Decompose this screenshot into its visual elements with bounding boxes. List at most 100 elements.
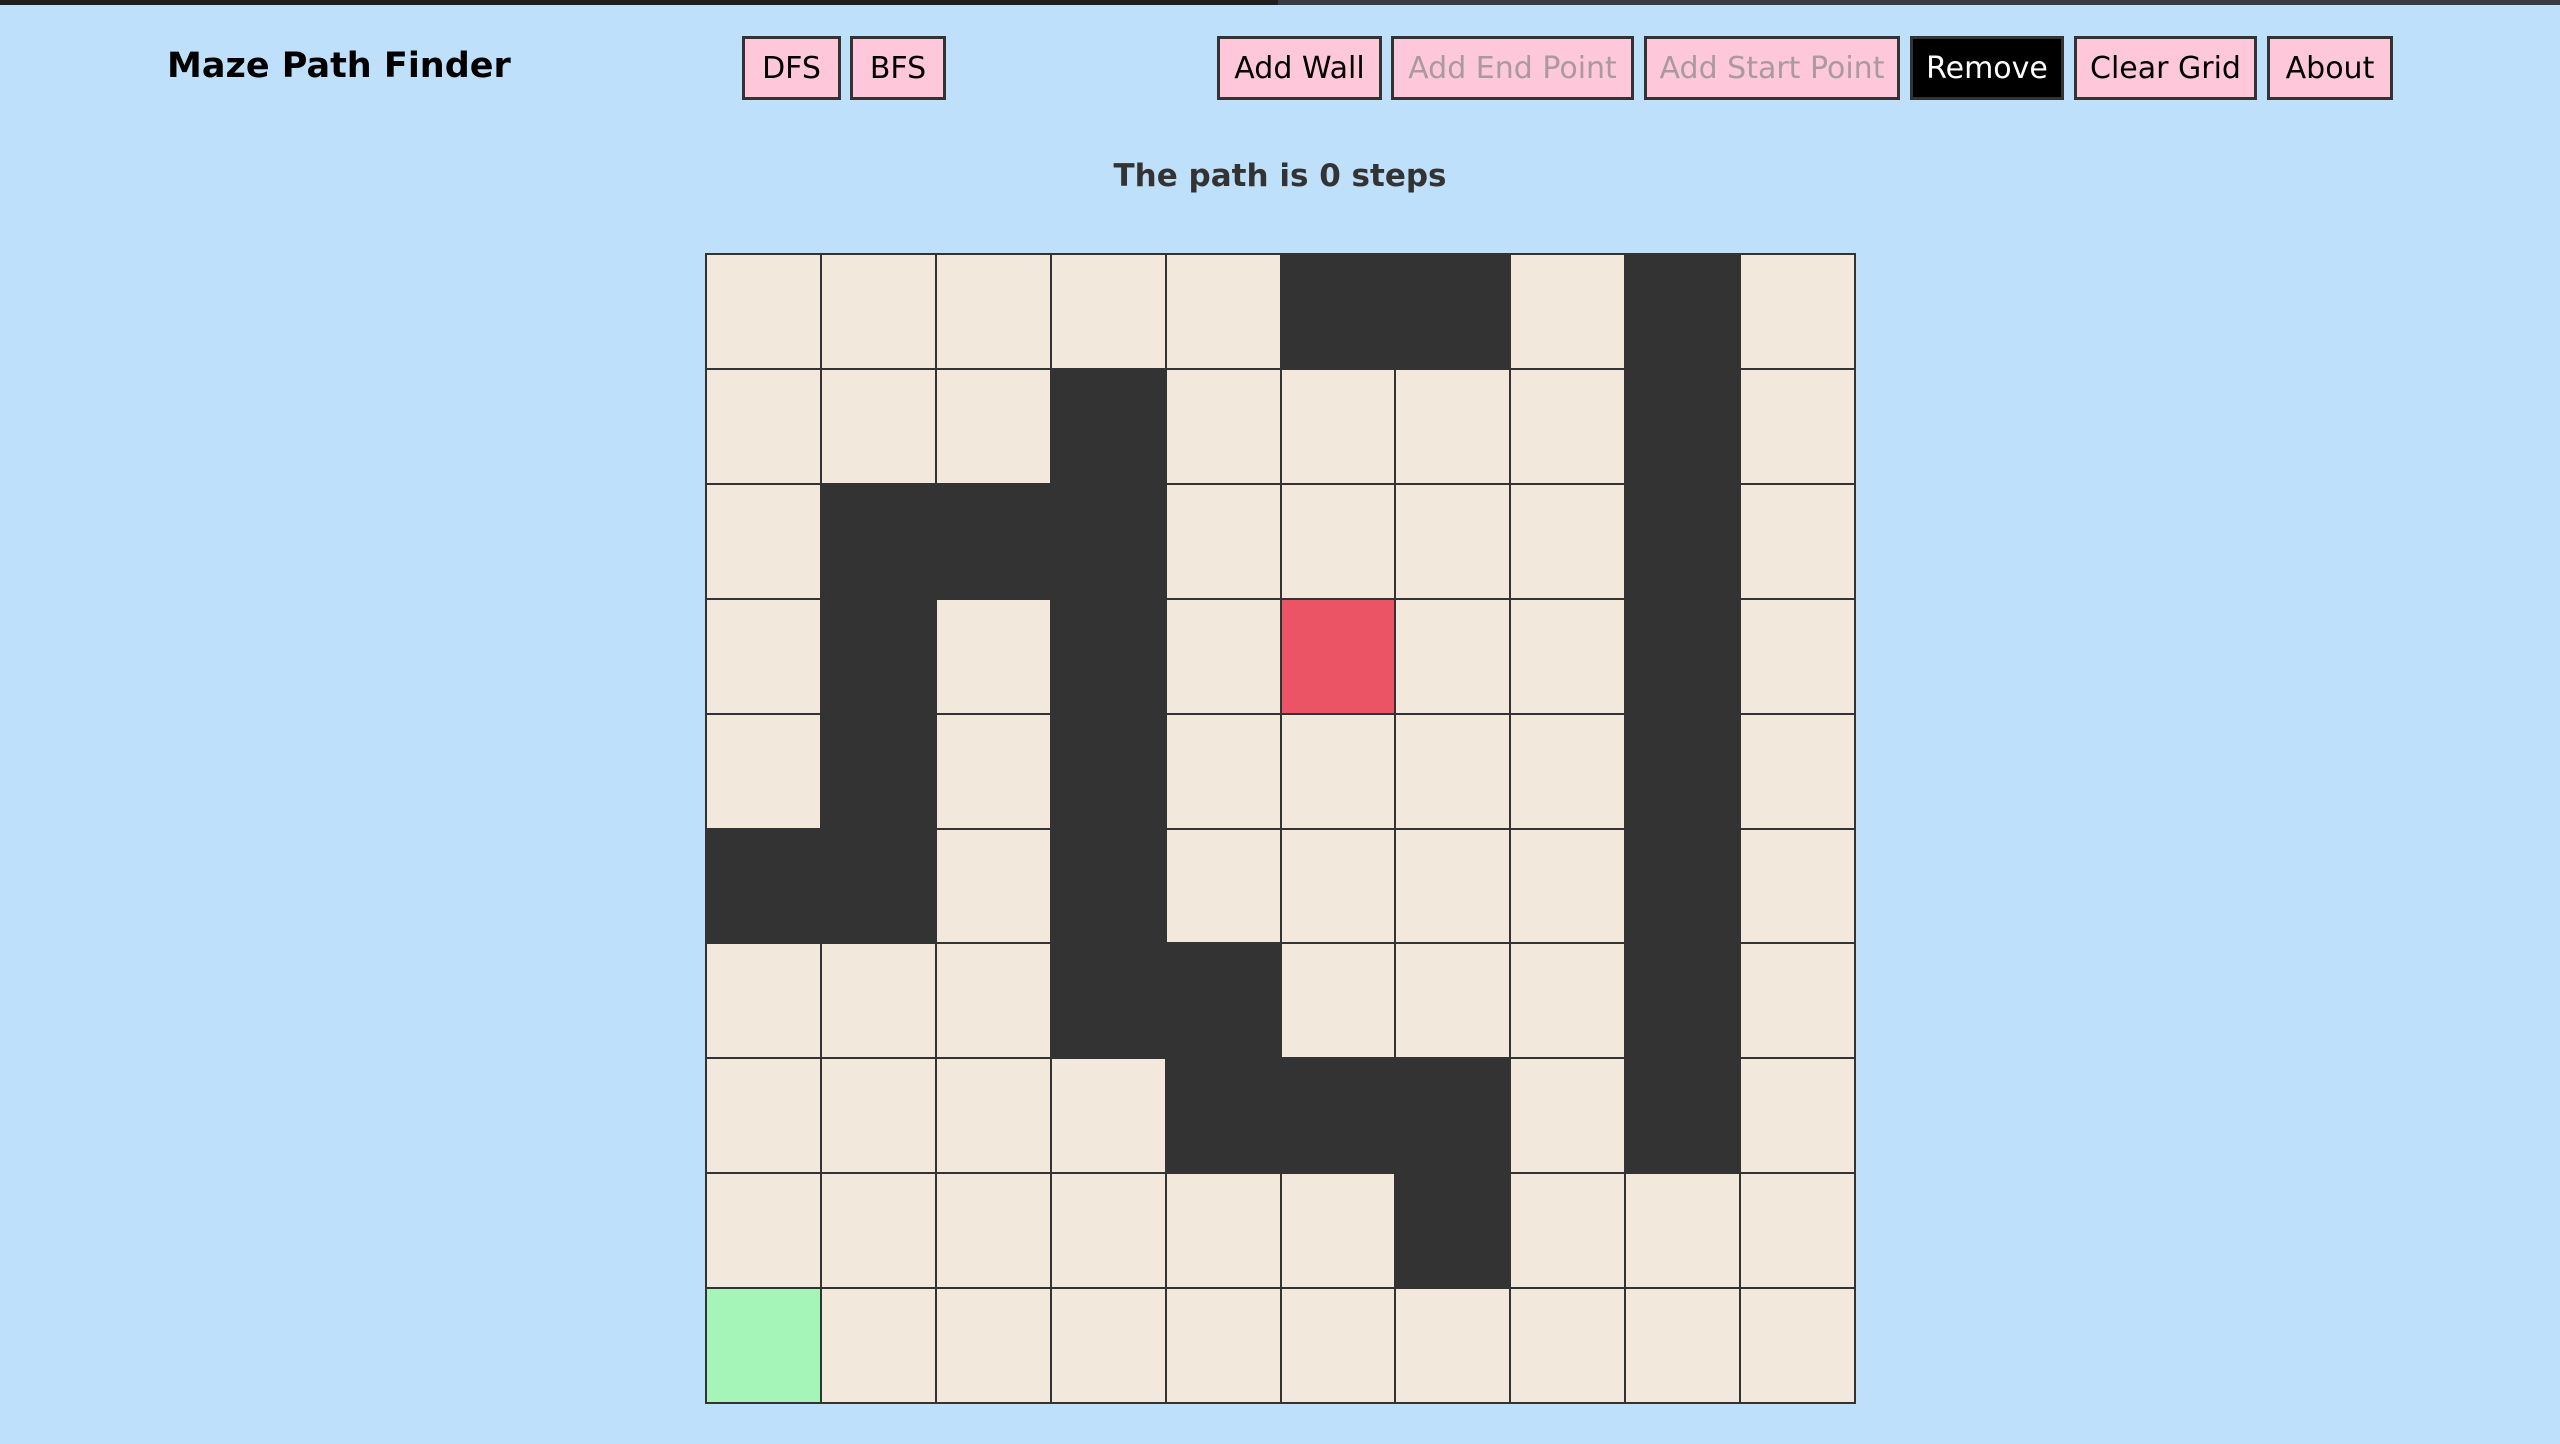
grid-cell-wall[interactable] [1050,713,1166,829]
grid-cell-empty[interactable] [1165,1173,1281,1289]
grid-cell-empty[interactable] [1165,828,1281,944]
grid-cell-wall[interactable] [820,598,936,714]
grid-cell-wall[interactable] [1050,828,1166,944]
grid-cell-empty[interactable] [1510,943,1626,1059]
grid-cell-wall[interactable] [1625,828,1741,944]
grid-cell-empty[interactable] [706,368,821,484]
grid-cell-empty[interactable] [1165,713,1281,829]
grid-cell-empty[interactable] [1280,943,1396,1059]
grid-cell-empty[interactable] [1510,1173,1626,1289]
grid-cell-wall[interactable] [935,483,1051,599]
grid-cell-empty[interactable] [1395,713,1511,829]
grid-cell-wall[interactable] [1625,483,1741,599]
grid-cell-empty[interactable] [820,368,936,484]
grid-cell-empty[interactable] [706,943,821,1059]
grid-cell-empty[interactable] [1740,943,1855,1059]
about-button[interactable]: About [2267,36,2393,100]
grid-cell-empty[interactable] [706,254,821,369]
grid-cell-empty[interactable] [706,1058,821,1174]
grid-cell-empty[interactable] [1280,1173,1396,1289]
grid-cell-start[interactable] [706,1288,821,1403]
grid-cell-wall[interactable] [1050,368,1166,484]
grid-cell-empty[interactable] [935,1058,1051,1174]
grid-cell-empty[interactable] [1395,483,1511,599]
grid-cell-empty[interactable] [1740,1288,1855,1403]
grid-cell-empty[interactable] [1165,598,1281,714]
grid-cell-empty[interactable] [1740,1058,1855,1174]
grid-cell-empty[interactable] [1510,828,1626,944]
grid-cell-empty[interactable] [935,1288,1051,1403]
grid-cell-empty[interactable] [935,943,1051,1059]
grid-cell-empty[interactable] [1510,254,1626,369]
grid-cell-wall[interactable] [706,828,821,944]
grid-cell-empty[interactable] [1740,368,1855,484]
grid-cell-empty[interactable] [1510,713,1626,829]
grid-cell-empty[interactable] [1510,1288,1626,1403]
grid-cell-wall[interactable] [1165,943,1281,1059]
grid-cell-empty[interactable] [820,1058,936,1174]
grid-cell-wall[interactable] [820,483,936,599]
grid-cell-empty[interactable] [1740,1173,1855,1289]
grid-cell-empty[interactable] [1740,254,1855,369]
grid-cell-wall[interactable] [820,828,936,944]
grid-cell-empty[interactable] [935,368,1051,484]
grid-cell-empty[interactable] [1165,1288,1281,1403]
grid-cell-empty[interactable] [935,713,1051,829]
grid-cell-empty[interactable] [820,943,936,1059]
grid-cell-empty[interactable] [1165,254,1281,369]
grid-cell-empty[interactable] [706,598,821,714]
grid-cell-wall[interactable] [1625,943,1741,1059]
grid-cell-empty[interactable] [1280,1288,1396,1403]
grid-cell-wall[interactable] [1625,254,1741,369]
grid-cell-empty[interactable] [1050,1288,1166,1403]
grid-cell-wall[interactable] [1280,254,1396,369]
grid-cell-empty[interactable] [1625,1288,1741,1403]
dfs-button[interactable]: DFS [742,36,841,100]
grid-cell-empty[interactable] [1510,368,1626,484]
grid-cell-wall[interactable] [1050,598,1166,714]
grid-cell-empty[interactable] [1740,598,1855,714]
grid-cell-wall[interactable] [1625,598,1741,714]
grid-cell-empty[interactable] [1050,1173,1166,1289]
grid-cell-empty[interactable] [1280,368,1396,484]
grid-cell-empty[interactable] [1395,368,1511,484]
grid-cell-end[interactable] [1280,598,1396,714]
grid-cell-empty[interactable] [1510,1058,1626,1174]
clear-grid-button[interactable]: Clear Grid [2074,36,2257,100]
grid-cell-empty[interactable] [820,1288,936,1403]
grid-cell-empty[interactable] [1050,1058,1166,1174]
add-end-point-button[interactable]: Add End Point [1391,36,1634,100]
grid-cell-wall[interactable] [1625,368,1741,484]
grid-cell-empty[interactable] [935,598,1051,714]
grid-cell-empty[interactable] [1395,943,1511,1059]
grid-cell-empty[interactable] [1510,598,1626,714]
grid-cell-empty[interactable] [1625,1173,1741,1289]
grid-cell-empty[interactable] [1165,483,1281,599]
grid-cell-empty[interactable] [1280,483,1396,599]
grid-cell-empty[interactable] [1740,483,1855,599]
bfs-button[interactable]: BFS [850,36,946,100]
grid-cell-empty[interactable] [1165,368,1281,484]
grid-cell-empty[interactable] [1395,598,1511,714]
grid-cell-wall[interactable] [1165,1058,1281,1174]
grid-cell-empty[interactable] [1280,828,1396,944]
grid-cell-empty[interactable] [820,1173,936,1289]
grid-cell-wall[interactable] [1395,254,1511,369]
grid-cell-empty[interactable] [935,1173,1051,1289]
grid-cell-empty[interactable] [1395,828,1511,944]
grid-cell-empty[interactable] [1510,483,1626,599]
grid-cell-empty[interactable] [935,254,1051,369]
grid-cell-empty[interactable] [1395,1288,1511,1403]
grid-cell-empty[interactable] [935,828,1051,944]
grid-cell-wall[interactable] [1050,943,1166,1059]
grid-cell-wall[interactable] [1395,1173,1511,1289]
grid-cell-wall[interactable] [1050,483,1166,599]
grid-cell-empty[interactable] [1050,254,1166,369]
grid-cell-empty[interactable] [1740,713,1855,829]
grid-cell-empty[interactable] [706,1173,821,1289]
grid-cell-empty[interactable] [706,483,821,599]
add-wall-button[interactable]: Add Wall [1217,36,1382,100]
grid-cell-empty[interactable] [706,713,821,829]
grid-cell-wall[interactable] [1625,713,1741,829]
grid-cell-wall[interactable] [820,713,936,829]
